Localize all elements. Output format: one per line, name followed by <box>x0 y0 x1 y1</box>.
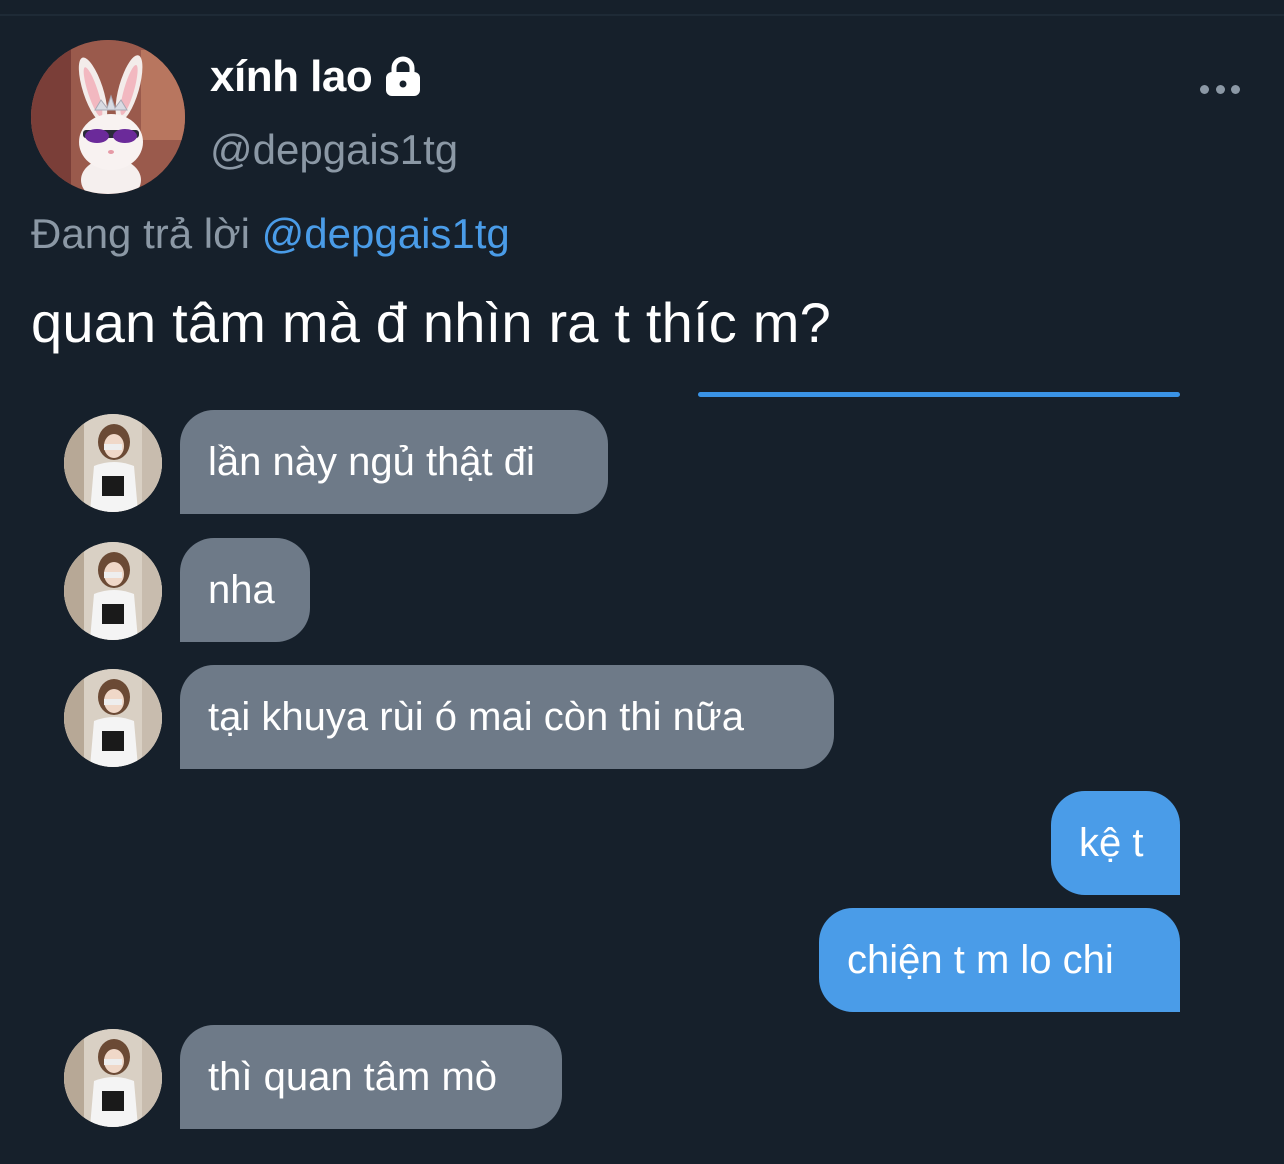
bunny-avatar-icon <box>31 40 185 194</box>
user-handle[interactable]: @depgais1tg <box>210 126 458 174</box>
more-icon[interactable] <box>1200 80 1240 98</box>
chat-bubble-incoming: thì quan tâm mò <box>180 1025 562 1129</box>
profile-avatar[interactable] <box>31 40 185 194</box>
tweet-text: quan tâm mà đ nhìn ra t thíc m? <box>31 291 831 354</box>
more-dot <box>1215 84 1225 94</box>
top-divider <box>0 14 1284 16</box>
replying-mention[interactable]: @depgais1tg <box>262 210 510 257</box>
replying-to: Đang trả lời @depgais1tg <box>31 210 510 258</box>
more-dot <box>1231 84 1240 94</box>
chat-avatar <box>64 669 162 767</box>
replying-prefix: Đang trả lời <box>31 210 250 257</box>
chat-bubble-incoming: nha <box>180 538 310 642</box>
chat-bubble-incoming: lần này ngủ thật đi <box>180 410 608 514</box>
chat-avatar <box>64 414 162 512</box>
display-name[interactable]: xính lao <box>210 52 424 102</box>
chat-bubble-outgoing: kệ t <box>1051 791 1180 895</box>
chat-avatar <box>64 542 162 640</box>
more-dot <box>1200 84 1209 94</box>
chat-avatar <box>64 1029 162 1127</box>
chat-bubble-outgoing: chiện t m lo chi <box>819 908 1180 1012</box>
chat-bubble-incoming: tại khuya rùi ó mai còn thi nữa <box>180 665 834 769</box>
chat-top-edge <box>698 392 1180 397</box>
lock-icon <box>382 56 424 98</box>
display-name-text: xính lao <box>210 52 373 101</box>
